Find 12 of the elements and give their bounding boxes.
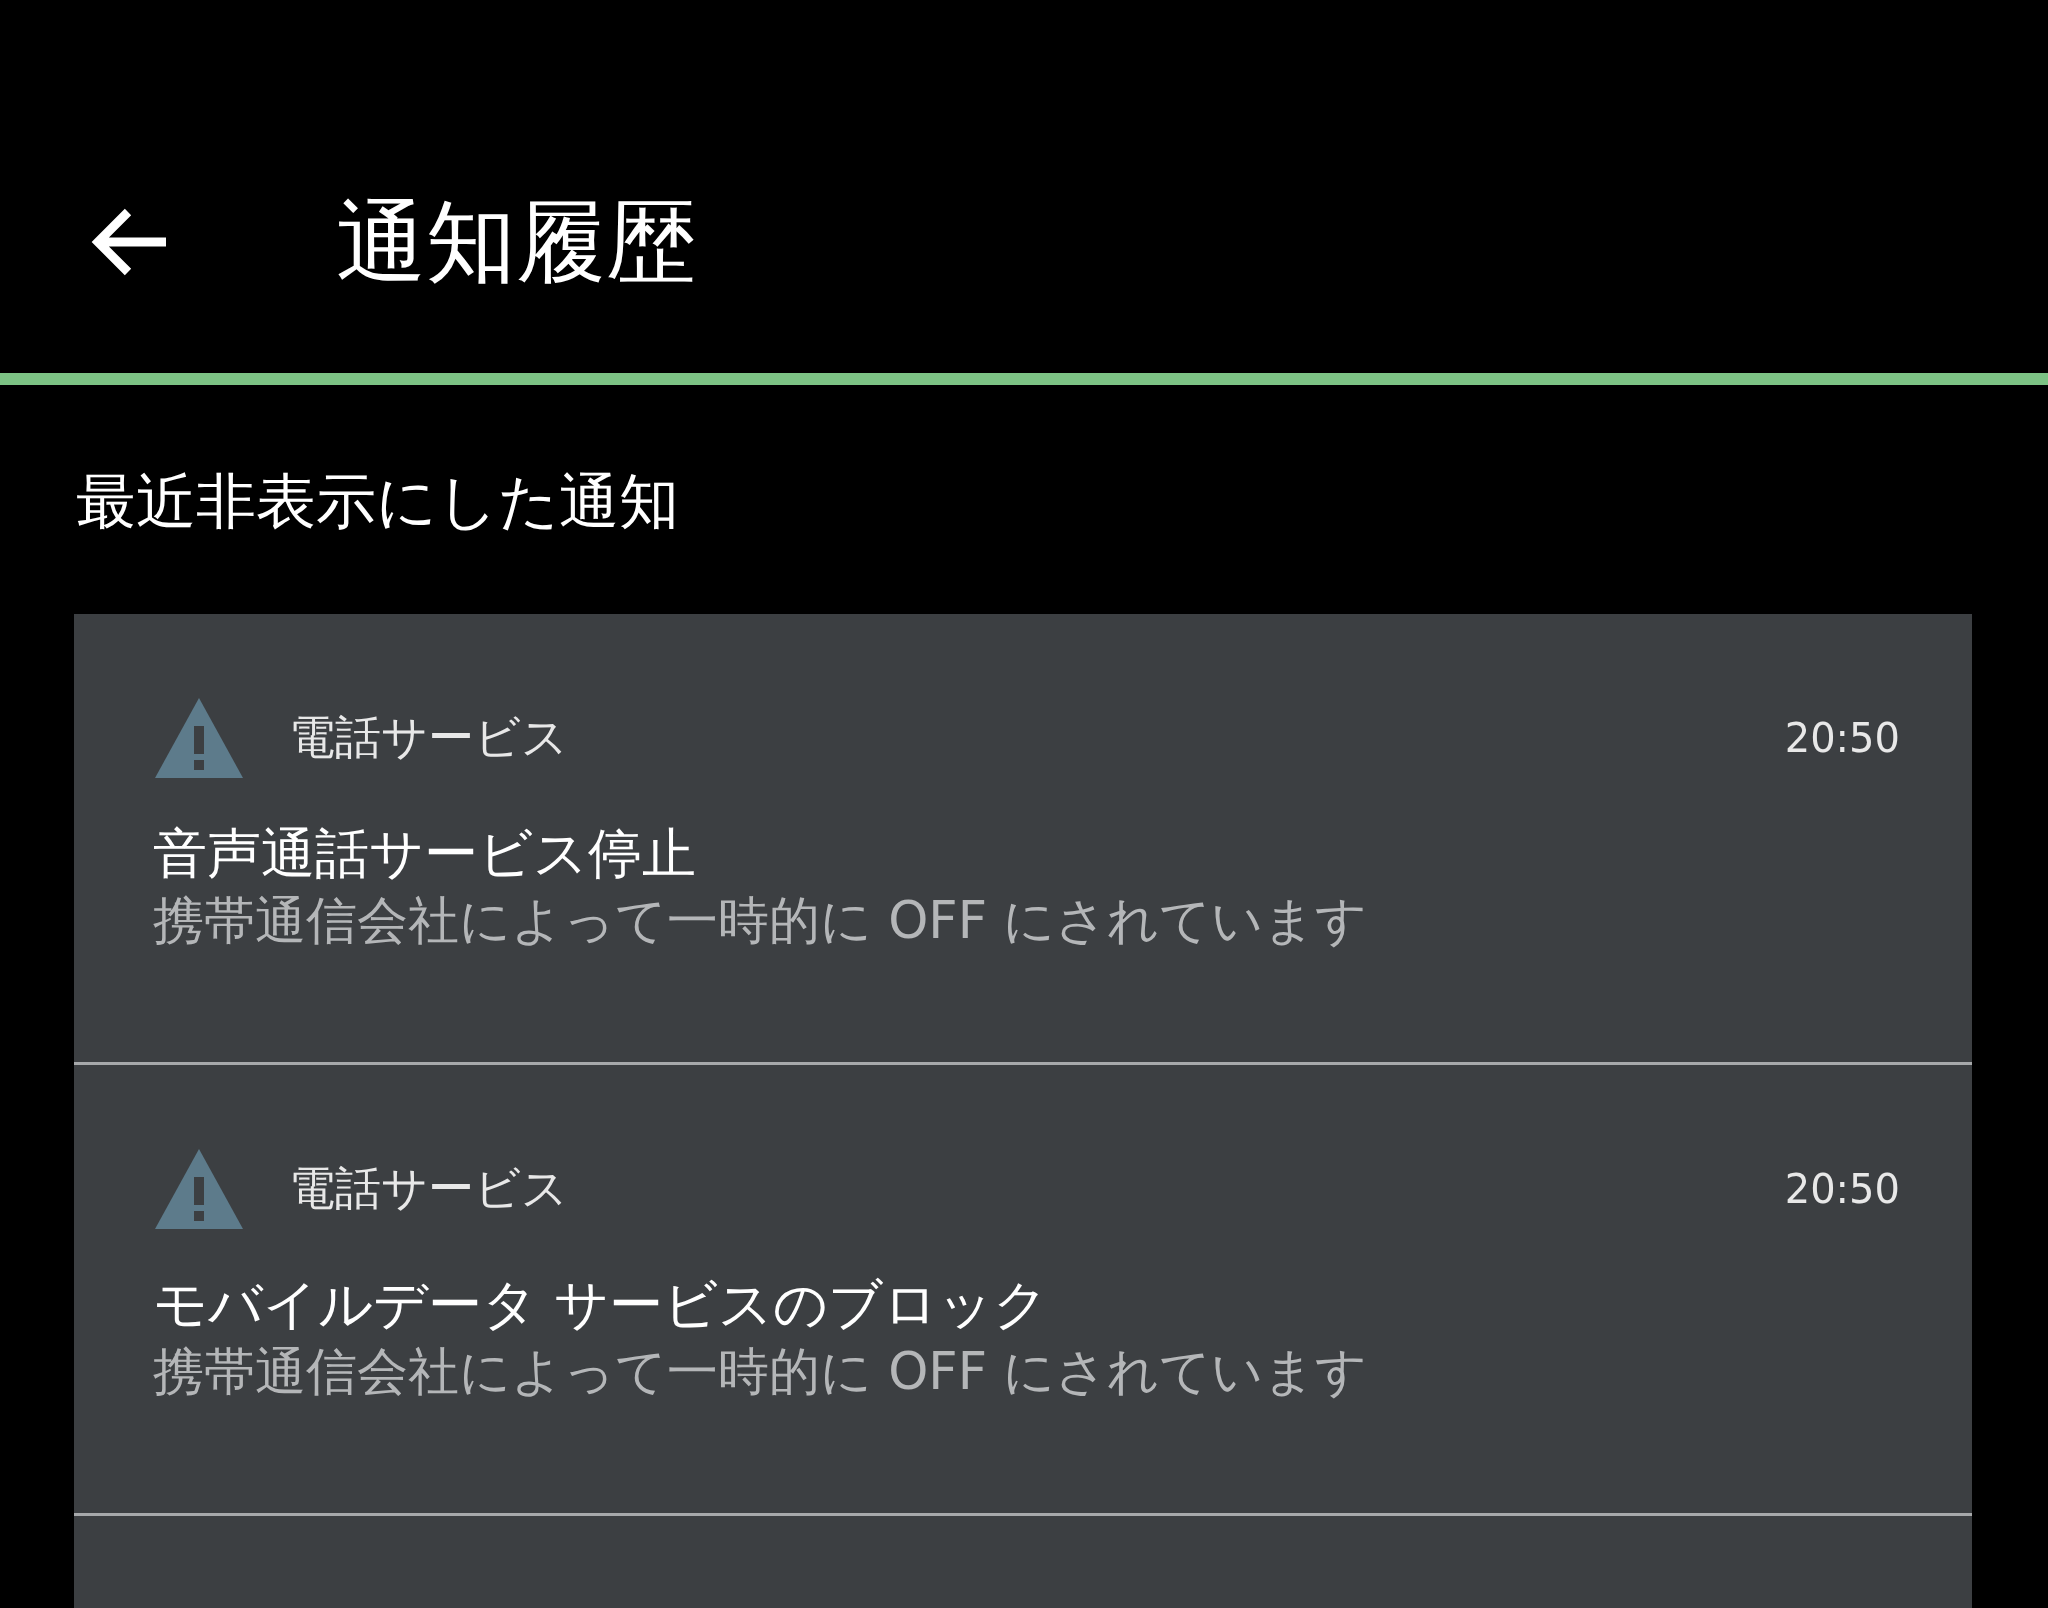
warning-icon: [153, 696, 245, 780]
warning-icon: [153, 1147, 245, 1231]
notification-text: 携帯通信会社によって一時的に OFF にされています: [153, 889, 1369, 952]
section-title: 最近非表示にした通知: [75, 465, 680, 538]
notification-text: 携帯通信会社によって一時的に OFF にされています: [153, 1340, 1369, 1403]
page-title: 通知履歴: [336, 192, 696, 291]
notification-title: モバイルデータ サービスのブロック: [153, 1272, 1050, 1338]
notification-title: 音声通話サービス停止: [153, 821, 697, 887]
app-name: 電話サービス: [289, 1160, 569, 1217]
notification-time: 20:50: [1784, 715, 1900, 761]
notification-time: 20:50: [1784, 1166, 1900, 1212]
app-name: 電話サービス: [289, 709, 569, 766]
